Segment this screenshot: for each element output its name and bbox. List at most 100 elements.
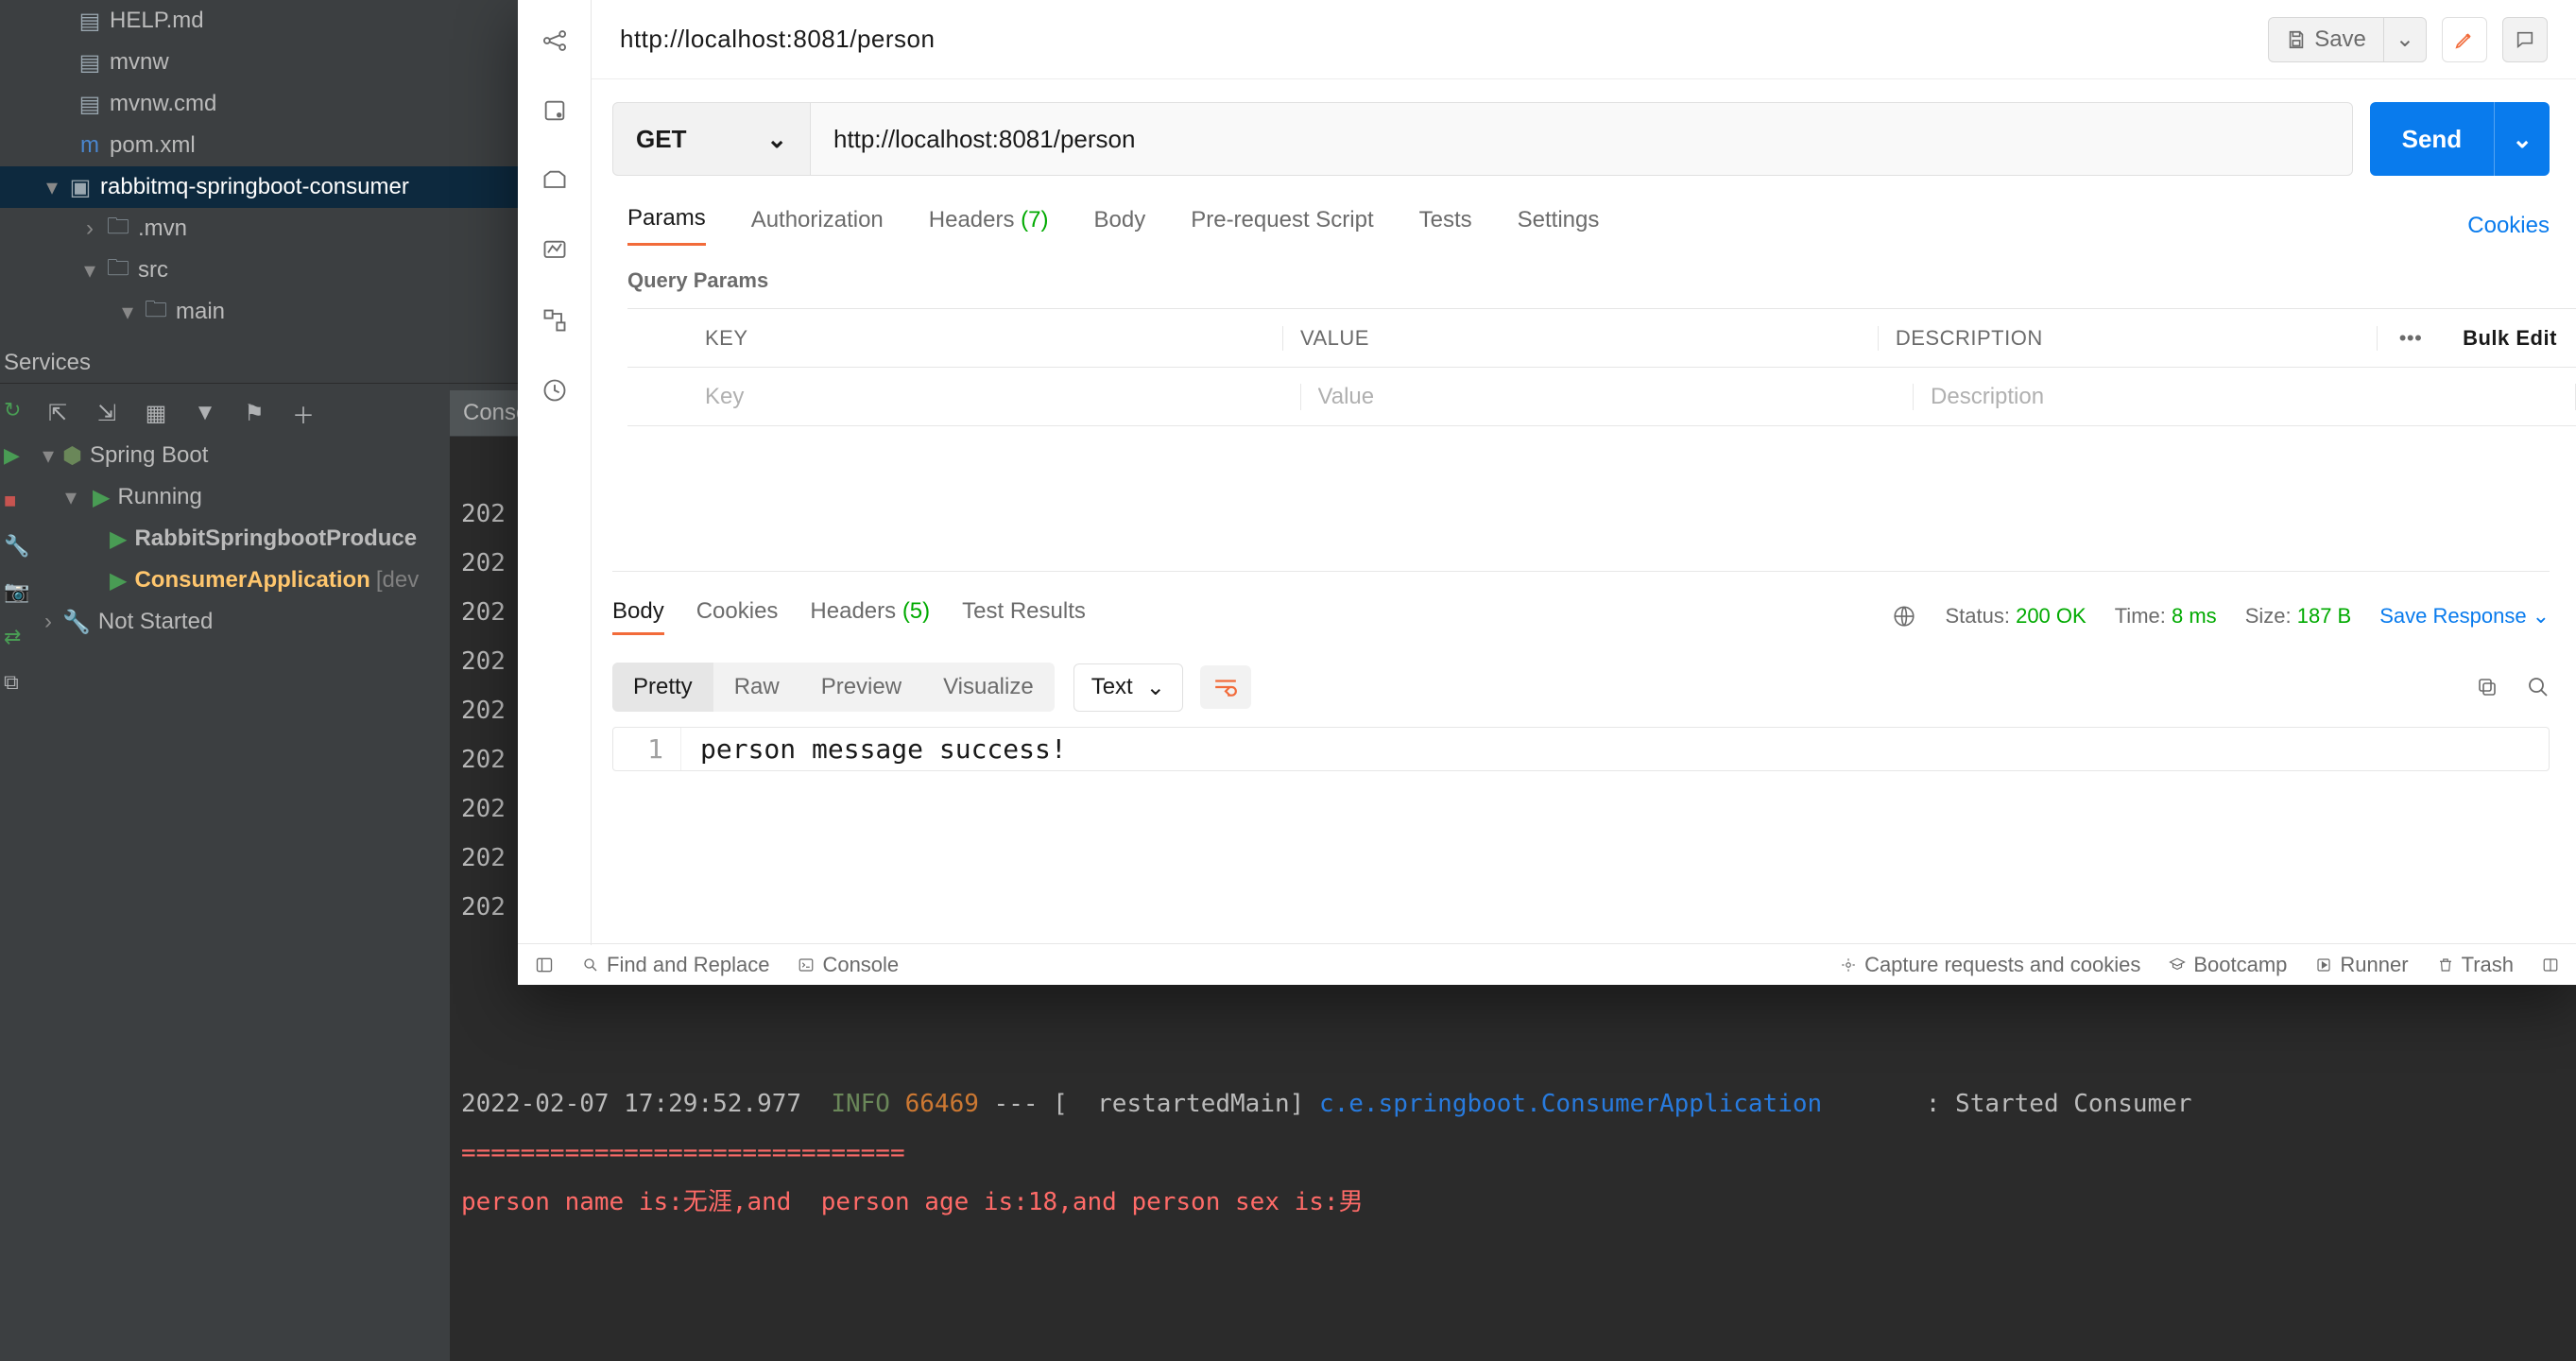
edit-button[interactable] xyxy=(2442,17,2487,62)
runner-button[interactable]: Runner xyxy=(2315,953,2408,977)
content-type-label: Text xyxy=(1091,674,1133,700)
chevron-down-icon: ▾ xyxy=(34,442,62,470)
running-label: Running xyxy=(117,484,201,510)
search-icon[interactable] xyxy=(2527,676,2550,698)
run-item[interactable]: ▶ ConsumerApplication [dev xyxy=(34,560,450,601)
http-method-select[interactable]: GET ⌄ xyxy=(612,102,811,176)
comment-button[interactable] xyxy=(2502,17,2548,62)
history-icon[interactable] xyxy=(539,374,571,406)
filter-icon[interactable]: ▼ xyxy=(191,399,219,427)
run-root[interactable]: ▾ ⬢ Spring Boot xyxy=(34,435,450,476)
globe-icon[interactable] xyxy=(1892,604,1916,629)
run-icon[interactable]: ↻ xyxy=(4,398,30,424)
tree-item[interactable]: ▾ 🗀 main xyxy=(0,291,520,333)
cookies-link[interactable]: Cookies xyxy=(2467,213,2550,239)
resp-tab-cookies[interactable]: Cookies xyxy=(696,598,779,635)
postman-left-rail xyxy=(518,0,592,945)
camera-icon[interactable]: 📷 xyxy=(4,579,30,606)
capture-button[interactable]: Capture requests and cookies xyxy=(1840,953,2140,977)
copy-icon[interactable] xyxy=(2476,676,2499,698)
description-input[interactable] xyxy=(1931,384,2575,410)
layout-icon[interactable]: ⧉ xyxy=(4,670,30,697)
refresh-icon[interactable]: ⇄ xyxy=(4,625,30,651)
tree-item[interactable]: ▤ mvnw xyxy=(0,42,520,83)
more-button[interactable]: ••• xyxy=(2378,326,2444,351)
bootcamp-button[interactable]: Bootcamp xyxy=(2169,953,2287,977)
resp-tab-body[interactable]: Body xyxy=(612,598,664,635)
send-button[interactable]: Send ⌄ xyxy=(2370,102,2550,176)
folder-icon: 🗀 xyxy=(104,210,132,249)
run-group-notstarted[interactable]: › 🔧 Not Started xyxy=(34,601,450,643)
trash-button[interactable]: Trash xyxy=(2437,953,2514,977)
chevron-down-icon[interactable]: ⌄ xyxy=(2494,102,2550,176)
chevron-down-icon: ▾ xyxy=(113,299,142,326)
seg-pretty[interactable]: Pretty xyxy=(612,663,713,712)
find-replace-button[interactable]: Find and Replace xyxy=(582,953,769,977)
tab-headers[interactable]: Headers (7) xyxy=(929,207,1049,245)
tab-authorization[interactable]: Authorization xyxy=(751,207,884,245)
run-group-running[interactable]: ▾ ▶ Running xyxy=(34,476,450,518)
tab-body[interactable]: Body xyxy=(1094,207,1146,245)
two-pane-button[interactable] xyxy=(2542,956,2559,973)
tree-label: rabbitmq-springboot-consumer xyxy=(100,174,409,200)
tab-prerequest[interactable]: Pre-request Script xyxy=(1191,207,1373,245)
tab-params[interactable]: Params xyxy=(627,205,706,246)
run-item[interactable]: ▶ RabbitSpringbootProduce xyxy=(34,518,450,560)
stop-icon[interactable]: ■ xyxy=(4,489,30,515)
tree-item[interactable]: › 🗀 .mvn xyxy=(0,208,520,250)
seg-preview[interactable]: Preview xyxy=(800,663,922,712)
chevron-down-icon[interactable]: ⌄ xyxy=(2383,18,2426,61)
collapse-icon[interactable]: ⇲ xyxy=(93,399,121,427)
content-type-select[interactable]: Text ⌄ xyxy=(1073,663,1183,712)
tree-item-project[interactable]: ▾ ▣ rabbitmq-springboot-consumer xyxy=(0,166,520,208)
mock-icon[interactable] xyxy=(539,164,571,197)
console-line: 202 xyxy=(461,697,506,725)
network-icon[interactable] xyxy=(539,25,571,57)
resp-tab-headers[interactable]: Headers (5) xyxy=(810,598,930,635)
tree-item[interactable]: ▤ HELP.md xyxy=(0,0,520,42)
footer-sidebar-toggle[interactable] xyxy=(535,956,554,974)
resp-tab-tests[interactable]: Test Results xyxy=(962,598,1086,635)
tree-item[interactable]: ▤ mvnw.cmd xyxy=(0,83,520,125)
run-gutter-icons: ↻ ▶ ■ 🔧 📷 ⇄ ⧉ xyxy=(0,390,34,697)
time-label: Time: 8 ms xyxy=(2115,604,2217,629)
url-input[interactable]: http://localhost:8081/person xyxy=(811,102,2353,176)
grid-icon[interactable]: ▦ xyxy=(142,399,170,427)
response-tabs: Body Cookies Headers (5) Test Results xyxy=(612,598,1086,635)
seg-raw[interactable]: Raw xyxy=(713,663,800,712)
value-input[interactable] xyxy=(1318,384,1914,410)
bulk-edit-button[interactable]: Bulk Edit xyxy=(2444,326,2576,351)
tab-tests[interactable]: Tests xyxy=(1419,207,1472,245)
bookmark-icon[interactable]: ⚑ xyxy=(240,399,268,427)
monitor-icon[interactable] xyxy=(539,234,571,267)
project-tree: ▤ HELP.md ▤ mvnw ▤ mvnw.cmd m pom.xml ▾ … xyxy=(0,0,520,333)
console-button[interactable]: Console xyxy=(798,953,899,977)
console-line: 202 xyxy=(461,500,506,528)
console-line: 202 xyxy=(461,844,506,872)
save-button[interactable]: Save ⌄ xyxy=(2268,17,2427,62)
tree-item[interactable]: ▾ 🗀 src xyxy=(0,250,520,291)
run-item-suffix: [dev xyxy=(376,567,419,594)
expand-icon[interactable]: ⇱ xyxy=(43,399,72,427)
save-response-button[interactable]: Save Response ⌄ xyxy=(2379,604,2550,629)
add-icon[interactable]: ＋ xyxy=(289,399,318,427)
tab-settings[interactable]: Settings xyxy=(1518,207,1600,245)
flow-icon[interactable] xyxy=(539,304,571,336)
run-root-label: Spring Boot xyxy=(90,442,208,469)
seg-visualize[interactable]: Visualize xyxy=(922,663,1055,712)
size-label: Size: 187 B xyxy=(2245,604,2352,629)
wrench-icon[interactable]: 🔧 xyxy=(4,534,30,560)
wrap-lines-button[interactable] xyxy=(1200,665,1251,709)
chevron-down-icon: ⌄ xyxy=(766,125,787,154)
key-input[interactable] xyxy=(705,384,1300,410)
tree-item[interactable]: m pom.xml xyxy=(0,125,520,166)
comment-icon xyxy=(2515,29,2535,50)
console-line: 202 xyxy=(461,893,506,922)
response-body-text[interactable]: person message success! xyxy=(681,728,1086,770)
play-icon[interactable]: ▶ xyxy=(4,443,30,470)
resp-headers-count: (5) xyxy=(902,598,930,624)
environment-icon[interactable] xyxy=(539,95,571,127)
col-description: DESCRIPTION xyxy=(1879,326,2378,351)
console-line: 202 xyxy=(461,647,506,676)
separator-line: ============================== xyxy=(461,1139,905,1167)
